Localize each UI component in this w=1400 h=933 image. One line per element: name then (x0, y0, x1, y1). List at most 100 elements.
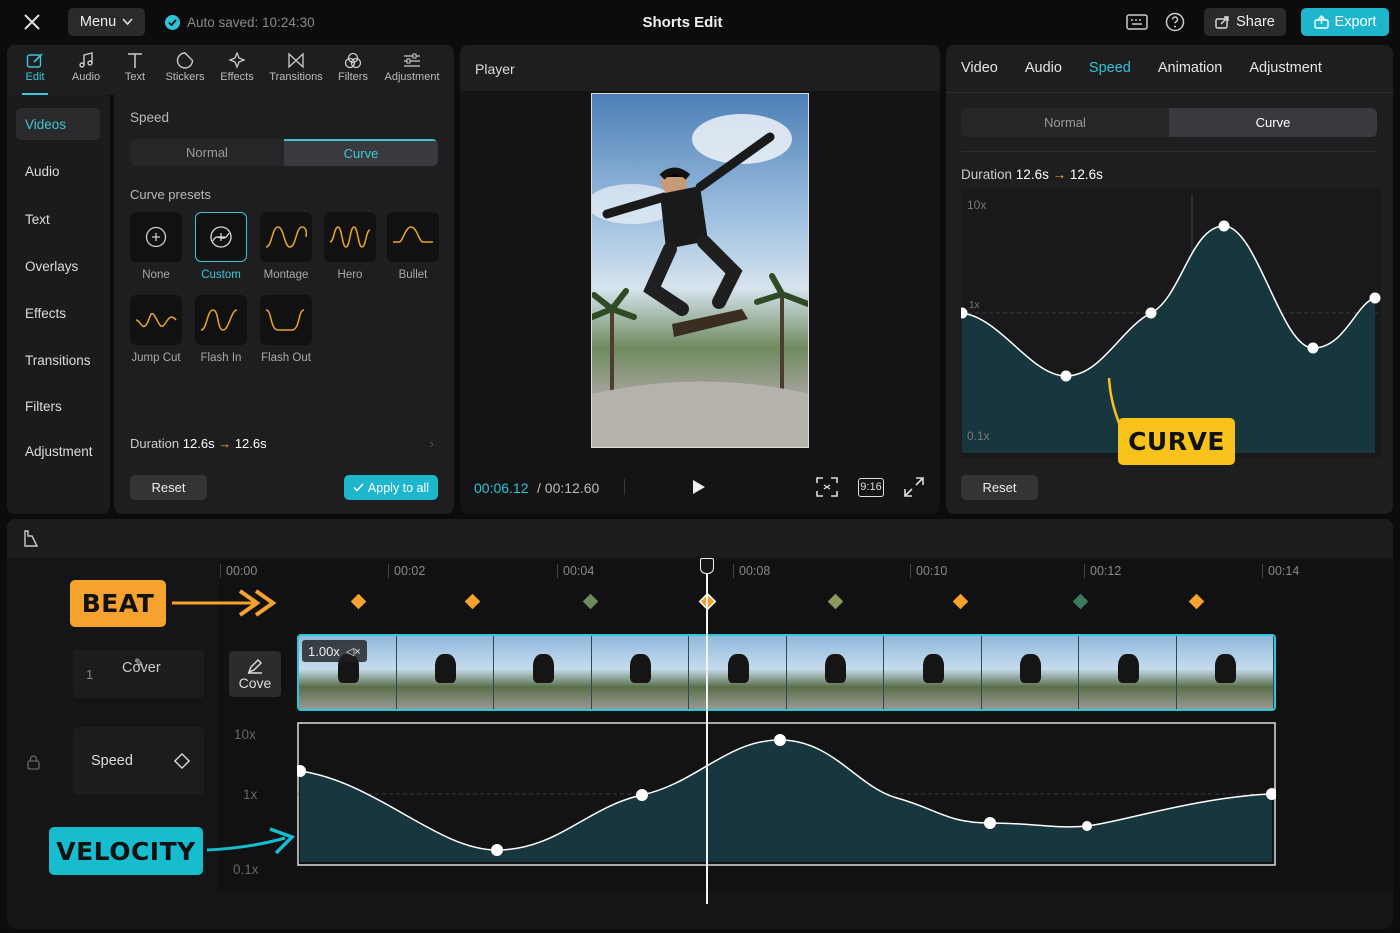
menu-button[interactable]: Menu (68, 8, 145, 36)
curve-point[interactable] (1145, 307, 1157, 319)
tool-effects[interactable]: Effects (207, 52, 267, 83)
preset-label: Bullet (398, 269, 428, 281)
tab-curve[interactable]: Curve (1169, 108, 1377, 137)
tab-adjustment[interactable]: Adjustment (1249, 60, 1322, 76)
project-title: Shorts Edit (642, 14, 723, 31)
video-clip[interactable] (297, 634, 1276, 711)
preset-label: None (142, 269, 170, 281)
cover-edit-button[interactable]: Cove (229, 651, 281, 697)
duration-to: 12.6s (1069, 167, 1103, 182)
sidebar-item-audio[interactable]: Audio (25, 164, 60, 179)
sidebar-item-filters[interactable]: Filters (25, 399, 62, 414)
ruler-tick: 00:02 (388, 564, 425, 578)
preset-montage[interactable]: Montage (260, 212, 312, 281)
aspect-ratio-button[interactable]: 9:16 (858, 478, 884, 497)
ruler-tick: 00:08 (733, 564, 770, 578)
clip-frame (1176, 636, 1274, 709)
close-icon[interactable] (22, 12, 42, 32)
preset-bullet[interactable]: Bullet (387, 212, 439, 281)
curve-point[interactable] (1060, 370, 1072, 382)
sidebar-item-overlays[interactable]: Overlays (25, 259, 78, 274)
menu-label: Menu (79, 14, 117, 30)
fullscreen-icon[interactable] (904, 477, 924, 500)
wave-curve-icon (265, 226, 308, 248)
playhead[interactable] (706, 560, 708, 904)
sidebar-item-text[interactable]: Text (25, 212, 50, 227)
clip-frame (884, 636, 982, 709)
tab-speed[interactable]: Speed (1089, 60, 1131, 76)
play-icon[interactable] (692, 479, 706, 498)
beat-marker[interactable] (827, 593, 844, 610)
tab-curve[interactable]: Curve (284, 139, 438, 166)
preset-hero[interactable]: Hero (324, 212, 376, 281)
velocity-curve-track[interactable] (297, 722, 1276, 866)
duration-from: 12.6s (1015, 167, 1049, 182)
clip-frame (689, 636, 787, 709)
beat-marker[interactable] (582, 593, 599, 610)
velocity-arrow (206, 827, 295, 855)
clip-frame (396, 636, 494, 709)
tool-transitions[interactable]: Transitions (266, 52, 326, 83)
playhead-handle[interactable] (700, 558, 714, 574)
velocity-point[interactable] (774, 734, 786, 746)
share-button[interactable]: Share (1204, 8, 1286, 36)
tool-stickers[interactable]: Stickers (155, 52, 215, 83)
sidebar-item-effects[interactable]: Effects (25, 306, 66, 321)
keyframe-icon[interactable] (173, 752, 191, 773)
curve-point[interactable] (1307, 342, 1319, 354)
ruler-tick: 00:14 (1262, 564, 1299, 578)
preset-thumb (324, 212, 376, 262)
beat-marker[interactable] (952, 593, 969, 610)
beat-marker[interactable] (464, 593, 481, 610)
sidebar-item-label: Videos (25, 117, 67, 132)
tool-label: Transitions (269, 71, 323, 83)
autosave-status: Auto saved: 10:24:30 (187, 15, 315, 30)
beat-marker[interactable] (350, 593, 367, 610)
duration-row[interactable]: Duration 12.6s → 12.6s › (130, 436, 438, 451)
preset-flash-out[interactable]: Flash Out (260, 295, 312, 364)
velocity-point[interactable] (1082, 821, 1092, 831)
velocity-point[interactable] (636, 789, 648, 801)
curve-point[interactable] (1369, 292, 1381, 304)
preset-flash-in[interactable]: Flash In (195, 295, 247, 364)
beat-marker[interactable] (1072, 593, 1089, 610)
transition-icon (288, 52, 304, 69)
help-icon[interactable] (1165, 12, 1185, 35)
clip-frame (786, 636, 884, 709)
velocity-point[interactable] (491, 844, 503, 856)
cover-button[interactable]: ✎ Cover (122, 656, 161, 676)
tab-audio[interactable]: Audio (1025, 60, 1062, 76)
tool-label: Audio (71, 71, 101, 83)
curve-point[interactable] (1218, 220, 1230, 232)
ruler-tick: 00:12 (1084, 564, 1121, 578)
custom-curve-icon (210, 226, 232, 248)
beat-arrow (172, 589, 277, 617)
video-preview[interactable] (591, 93, 809, 448)
preset-jump-cut[interactable]: Jump Cut (130, 295, 182, 364)
sidebar-item-transitions[interactable]: Transitions (25, 353, 91, 368)
sidebar-item-adjustment[interactable]: Adjustment (25, 444, 93, 459)
tab-animation[interactable]: Animation (1158, 60, 1222, 76)
export-icon (1313, 15, 1329, 29)
apply-to-all-button[interactable]: Apply to all (344, 475, 438, 500)
section-divider (961, 151, 1377, 152)
velocity-point[interactable] (984, 817, 996, 829)
beat-marker[interactable] (1188, 593, 1205, 610)
player-title: Player (475, 61, 515, 77)
check-circle-icon (165, 15, 180, 30)
preset-none[interactable]: None (130, 212, 182, 281)
shortcuts-icon[interactable] (1126, 13, 1148, 34)
export-button[interactable]: Export (1301, 8, 1389, 36)
tool-filters[interactable]: Filters (323, 52, 383, 83)
inspector-reset-button[interactable]: Reset (961, 475, 1038, 500)
tab-normal[interactable]: Normal (961, 108, 1169, 137)
timeline-tool-icon[interactable] (23, 530, 39, 550)
tab-normal[interactable]: Normal (130, 139, 284, 166)
filter-icon (344, 52, 362, 69)
crop-frame-icon[interactable] (816, 477, 838, 500)
tab-video[interactable]: Video (961, 60, 998, 76)
lock-icon[interactable] (26, 755, 41, 773)
tool-adjustment[interactable]: Adjustment (382, 52, 442, 83)
preset-custom[interactable]: Custom (195, 212, 247, 281)
reset-button[interactable]: Reset (130, 475, 207, 500)
